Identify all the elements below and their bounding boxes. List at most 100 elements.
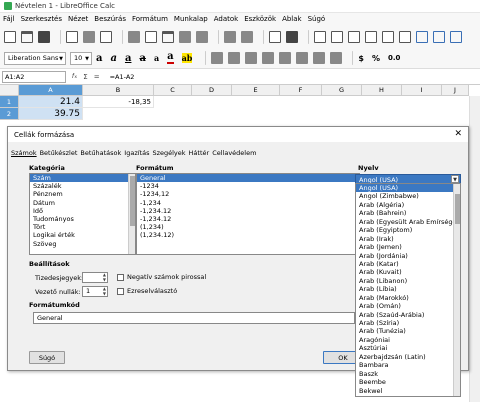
list-item[interactable]: Logikai érték bbox=[30, 231, 135, 239]
checkbox-box[interactable] bbox=[117, 287, 124, 295]
bold-icon[interactable]: a bbox=[96, 53, 102, 64]
redo-icon[interactable] bbox=[241, 30, 253, 43]
font-name-box[interactable]: Liberation Sans ▼ bbox=[4, 51, 66, 65]
list-item[interactable]: Arab (Algéria) bbox=[356, 201, 460, 209]
list-item[interactable]: Beembe bbox=[356, 378, 460, 386]
list-item[interactable]: Asztúriai bbox=[356, 344, 460, 352]
print-icon[interactable] bbox=[83, 30, 95, 43]
tab-alignment[interactable]: Igazítás bbox=[124, 149, 149, 157]
column-header-b[interactable]: B bbox=[83, 85, 154, 96]
list-item[interactable]: -1,234 bbox=[137, 199, 359, 207]
list-item[interactable]: Arab (Katar) bbox=[356, 260, 460, 268]
list-item[interactable]: Szám bbox=[30, 174, 135, 183]
menu-file[interactable]: Fájl bbox=[3, 15, 15, 23]
list-item[interactable]: Dátum bbox=[30, 199, 135, 207]
leading-zeros-spinner[interactable]: 1 ▲ ▼ bbox=[82, 286, 108, 297]
vertical-scrollbar[interactable] bbox=[469, 96, 480, 402]
tab-numbers[interactable]: Számok bbox=[11, 149, 37, 157]
font-size-box[interactable]: 10 ▼ bbox=[70, 51, 92, 65]
column-header-j[interactable]: J bbox=[442, 85, 469, 96]
number-format-icon[interactable]: 0.0 bbox=[388, 54, 400, 62]
list-item[interactable]: Tört bbox=[30, 223, 135, 231]
list-item[interactable]: Arab (Omán) bbox=[356, 302, 460, 310]
list-item[interactable]: Arab (Libanon) bbox=[356, 277, 460, 285]
language-scrollbar[interactable] bbox=[453, 184, 460, 396]
font-color-icon[interactable]: a bbox=[167, 52, 174, 64]
menu-data[interactable]: Adatok bbox=[214, 15, 238, 23]
list-item[interactable]: Angol (USA) bbox=[356, 184, 460, 193]
column-header-a[interactable]: A bbox=[19, 85, 83, 96]
list-item[interactable]: -1234 bbox=[137, 182, 359, 190]
tab-borders[interactable]: Szegélyek bbox=[152, 149, 185, 157]
menu-window[interactable]: Ablak bbox=[282, 15, 302, 23]
list-item[interactable]: Bambara bbox=[356, 361, 460, 369]
align-top-icon[interactable] bbox=[296, 52, 309, 64]
tab-font-effects[interactable]: Betűhatások bbox=[80, 149, 121, 157]
export-pdf-icon[interactable] bbox=[66, 30, 78, 43]
scrollbar-thumb[interactable] bbox=[455, 194, 460, 224]
list-item[interactable]: (1,234) bbox=[137, 223, 359, 231]
new-document-icon[interactable] bbox=[4, 30, 16, 43]
list-item[interactable]: Tudományos bbox=[30, 215, 135, 223]
formula-input[interactable]: =A1-A2 bbox=[110, 73, 135, 81]
column-header-f[interactable]: F bbox=[280, 85, 322, 96]
corner-select-all[interactable] bbox=[0, 85, 19, 96]
list-item[interactable]: Szöveg bbox=[30, 240, 135, 248]
paste-icon[interactable] bbox=[162, 30, 174, 43]
copy-icon[interactable] bbox=[145, 30, 157, 43]
align-left-icon[interactable] bbox=[211, 52, 224, 64]
merge-cells-icon[interactable] bbox=[279, 52, 292, 64]
list-item[interactable]: Arab (Bahrein) bbox=[356, 209, 460, 217]
row-header-1[interactable]: 1 bbox=[0, 96, 19, 108]
column-header-c[interactable]: C bbox=[154, 85, 192, 96]
column-header-d[interactable]: D bbox=[192, 85, 232, 96]
shadow-icon[interactable]: a bbox=[154, 53, 159, 63]
sort-descending-icon[interactable] bbox=[382, 30, 394, 43]
find-replace-icon[interactable] bbox=[269, 30, 281, 43]
list-item[interactable]: Azerbajdzsán (Latin) bbox=[356, 353, 460, 361]
print-preview-icon[interactable] bbox=[100, 30, 112, 43]
spinner-arrows-icon[interactable]: ▲ ▼ bbox=[103, 286, 106, 296]
scrollbar-thumb[interactable] bbox=[130, 176, 135, 226]
menu-edit[interactable]: Szerkesztés bbox=[21, 15, 62, 23]
column-header-g[interactable]: G bbox=[322, 85, 362, 96]
save-icon[interactable] bbox=[38, 30, 50, 43]
menu-tools[interactable]: Eszközök bbox=[244, 15, 276, 23]
currency-icon[interactable]: $ bbox=[358, 54, 364, 63]
language-dropdown-list[interactable]: Angol (USA) Angol (Zimbabwe) Arab (Algér… bbox=[355, 183, 461, 397]
format-code-input[interactable]: General bbox=[33, 312, 355, 324]
spinner-arrows-icon[interactable]: ▲ ▼ bbox=[103, 272, 106, 282]
list-item[interactable]: General bbox=[137, 174, 359, 183]
list-item[interactable]: Idő bbox=[30, 207, 135, 215]
column-icon[interactable] bbox=[331, 30, 343, 43]
cell-a1[interactable]: 21.4 bbox=[19, 96, 83, 108]
list-item[interactable]: -1,234.12 bbox=[137, 215, 359, 223]
sort-ascending-icon[interactable] bbox=[365, 30, 377, 43]
list-item[interactable]: Pénznem bbox=[30, 190, 135, 198]
open-folder-icon[interactable] bbox=[21, 30, 33, 43]
checkbox-box[interactable] bbox=[117, 273, 124, 281]
column-header-h[interactable]: H bbox=[362, 85, 402, 96]
row-icon[interactable] bbox=[314, 30, 326, 43]
align-bottom-icon[interactable] bbox=[330, 52, 343, 64]
list-item[interactable]: Arab (Egyesült Arab Emírségek) bbox=[356, 218, 460, 226]
list-item[interactable]: Arab (Marokkó) bbox=[356, 294, 460, 302]
list-item[interactable]: Arab (Szaúd-Arábia) bbox=[356, 311, 460, 319]
list-item[interactable]: Arab (Jemen) bbox=[356, 243, 460, 251]
name-box[interactable]: A1:A2 bbox=[2, 70, 66, 83]
wrap-text-icon[interactable] bbox=[262, 52, 275, 64]
percent-icon[interactable]: % bbox=[372, 54, 380, 63]
row-header-2[interactable]: 2 bbox=[0, 108, 19, 120]
autofilter-icon[interactable] bbox=[399, 30, 411, 43]
strikethrough-icon[interactable]: a bbox=[139, 53, 145, 64]
list-item[interactable]: Angol (Zimbabwe) bbox=[356, 192, 460, 200]
category-scrollbar[interactable] bbox=[128, 174, 135, 254]
list-item[interactable]: Arab (Kuvait) bbox=[356, 268, 460, 276]
italic-icon[interactable]: a bbox=[110, 53, 116, 64]
menu-insert[interactable]: Beszúrás bbox=[94, 15, 126, 23]
menu-sheet[interactable]: Munkalap bbox=[174, 15, 208, 23]
list-item[interactable]: Százalék bbox=[30, 182, 135, 190]
menu-help[interactable]: Súgó bbox=[308, 15, 326, 23]
menu-format[interactable]: Formátum bbox=[132, 15, 168, 23]
list-item[interactable]: -1234,12 bbox=[137, 190, 359, 198]
